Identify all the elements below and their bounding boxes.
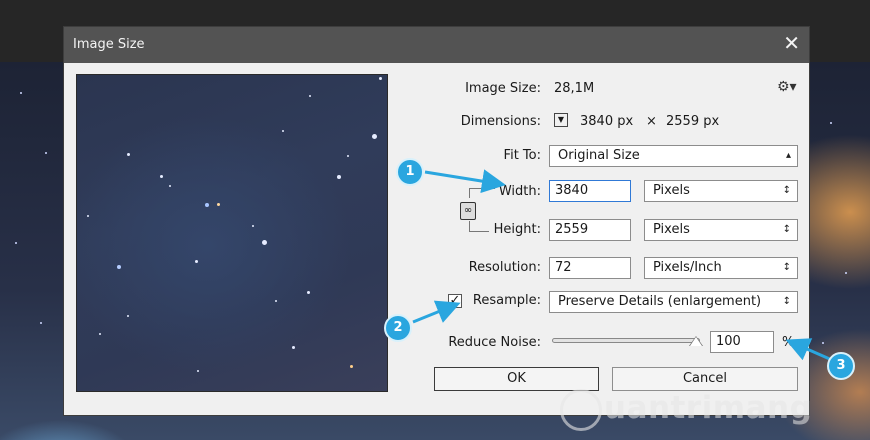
callout-badge-2: 2 (384, 314, 412, 342)
dimensions-height: 2559 px (666, 114, 720, 129)
width-unit-select[interactable]: Pixels ↕ (644, 180, 798, 202)
image-size-dialog: Image Size ✕ Image Size: 28,1M ⚙▾ Dimens… (63, 26, 810, 416)
resample-label: Resample: (472, 293, 541, 308)
width-input[interactable]: 3840 (549, 180, 631, 202)
resolution-label: Resolution: (468, 260, 541, 275)
fit-to-selected: Original Size (558, 148, 640, 163)
resample-checkbox[interactable]: ✓ (448, 294, 462, 308)
fit-to-label: Fit To: (503, 148, 541, 163)
watermark-text: uantrimang (604, 390, 813, 426)
fit-to-select[interactable]: Original Size ▴ (549, 145, 798, 167)
dimensions-times: × (646, 114, 657, 129)
height-unit-selected: Pixels (653, 222, 690, 237)
image-size-value: 28,1M (554, 81, 595, 96)
height-unit-select[interactable]: Pixels ↕ (644, 219, 798, 241)
resample-select[interactable]: Preserve Details (enlargement) ↕ (549, 291, 798, 313)
reduce-noise-label: Reduce Noise: (448, 335, 541, 350)
callout-badge-3: 3 (827, 352, 855, 380)
dialog-title: Image Size (73, 37, 145, 52)
reduce-noise-unit: % (782, 335, 795, 350)
reduce-noise-input[interactable]: 100 (710, 331, 774, 353)
dimensions-dropdown-icon[interactable]: ▼ (554, 113, 568, 127)
dialog-titlebar: Image Size ✕ (64, 27, 809, 63)
select-arrows-icon: ↕ (782, 262, 791, 273)
dimensions-width: 3840 px (580, 114, 634, 129)
gear-icon[interactable]: ⚙▾ (777, 79, 797, 95)
select-arrows-icon: ↕ (782, 224, 791, 235)
width-label: Width: (498, 184, 541, 199)
reduce-noise-slider-thumb[interactable] (690, 337, 702, 346)
close-icon[interactable]: ✕ (783, 32, 800, 54)
resolution-input[interactable]: 72 (549, 257, 631, 279)
width-unit-selected: Pixels (653, 183, 690, 198)
reduce-noise-slider-track[interactable] (552, 338, 700, 343)
height-label: Height: (493, 222, 541, 237)
checkmark-icon: ✓ (449, 293, 461, 308)
ok-button[interactable]: OK (434, 367, 599, 391)
image-size-label: Image Size: (465, 81, 541, 96)
dimensions-label: Dimensions: (460, 114, 541, 129)
select-arrows-icon: ↕ (782, 185, 791, 196)
resample-selected: Preserve Details (enlargement) (558, 294, 762, 309)
select-arrows-icon: ▴ (785, 150, 791, 161)
image-preview[interactable] (76, 74, 388, 392)
select-arrows-icon: ↕ (782, 296, 791, 307)
height-input[interactable]: 2559 (549, 219, 631, 241)
resolution-unit-selected: Pixels/Inch (653, 260, 722, 275)
callout-badge-1: 1 (396, 158, 424, 186)
watermark-logo-icon (560, 389, 602, 431)
resolution-unit-select[interactable]: Pixels/Inch ↕ (644, 257, 798, 279)
cancel-button[interactable]: Cancel (612, 367, 798, 391)
link-chain-icon[interactable]: ∞ (460, 202, 476, 220)
